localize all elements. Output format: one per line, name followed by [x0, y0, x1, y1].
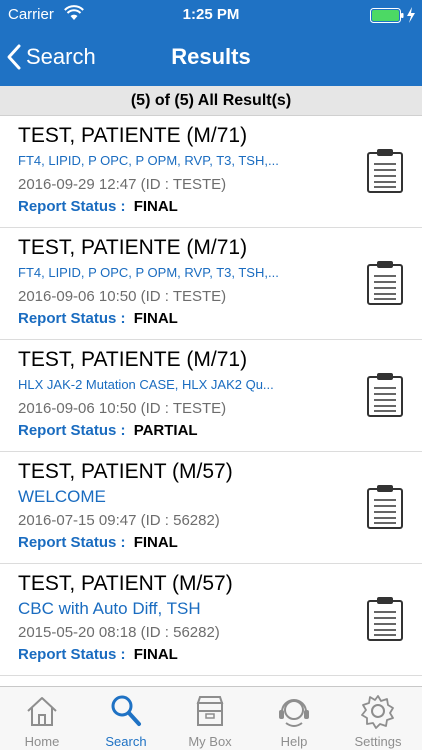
report-status-label: Report Status :: [18, 646, 126, 663]
page-title: Results: [171, 44, 251, 69]
status-bar: Carrier 1:25 PM: [0, 0, 422, 30]
result-row[interactable]: TEST, PATIENTE (M/71) FT4, LIPID, P OPC,…: [0, 228, 422, 340]
report-status-label: Report Status :: [18, 198, 126, 215]
tab-home[interactable]: Home: [0, 687, 84, 750]
help-icon: [279, 699, 309, 727]
test-list: HLX JAK-2 Mutation CASE, HLX JAK2 Qu...: [18, 377, 274, 392]
test-list: WELCOME: [18, 487, 106, 506]
test-list: FT4, LIPID, P OPC, P OPM, RVP, T3, TSH,.…: [18, 153, 279, 168]
results-list: TEST, PATIENTE (M/71) FT4, LIPID, P OPC,…: [0, 116, 422, 676]
report-status-label: Report Status :: [18, 534, 126, 551]
patient-name: TEST, PATIENTE (M/71): [18, 236, 248, 259]
battery-icon: [370, 8, 404, 23]
result-row[interactable]: TEST, PATIENT (M/57) WELCOME 2016-07-15 …: [0, 452, 422, 564]
report-status-value: FINAL: [133, 534, 178, 551]
result-row[interactable]: TEST, PATIENTE (M/71) HLX JAK-2 Mutation…: [0, 340, 422, 452]
patient-name: TEST, PATIENTE (M/71): [18, 124, 248, 147]
tab-my-box-label: My Box: [188, 734, 232, 749]
result-date-id: 2016-09-29 12:47 (ID : TESTE): [18, 176, 227, 193]
report-status-label: Report Status :: [18, 422, 126, 439]
results-summary: (5) of (5) All Result(s): [0, 86, 422, 116]
patient-name: TEST, PATIENTE (M/71): [18, 348, 248, 371]
tab-help-label: Help: [280, 734, 308, 749]
tab-search[interactable]: Search: [84, 687, 168, 750]
report-status: Report Status : FINAL: [18, 310, 178, 327]
gear-icon: [361, 695, 394, 729]
report-status: Report Status : PARTIAL: [18, 422, 198, 439]
report-icon[interactable]: [366, 596, 404, 642]
report-status-label: Report Status :: [18, 310, 126, 327]
tab-settings[interactable]: Settings: [336, 687, 420, 750]
tab-help[interactable]: Help: [252, 687, 336, 750]
test-list: CBC with Auto Diff, TSH: [18, 599, 201, 618]
report-status: Report Status : FINAL: [18, 646, 178, 663]
tab-home-label: Home: [24, 734, 60, 749]
report-status-value: FINAL: [133, 310, 178, 327]
home-icon: [27, 697, 57, 726]
test-list: FT4, LIPID, P OPC, P OPM, RVP, T3, TSH,.…: [18, 265, 279, 280]
search-icon: [111, 695, 141, 726]
clock: 1:25 PM: [182, 6, 240, 23]
report-status-value: PARTIAL: [133, 422, 198, 439]
tab-my-box[interactable]: My Box: [168, 687, 252, 750]
result-row[interactable]: TEST, PATIENT (M/57) CBC with Auto Diff,…: [0, 564, 422, 676]
patient-name: TEST, PATIENT (M/57): [18, 572, 233, 595]
report-icon[interactable]: [366, 260, 404, 306]
charging-icon: [407, 7, 415, 23]
result-row[interactable]: TEST, PATIENTE (M/71) FT4, LIPID, P OPC,…: [0, 116, 422, 228]
report-status-value: FINAL: [133, 646, 178, 663]
tab-search-label: Search: [105, 734, 147, 749]
patient-name: TEST, PATIENT (M/57): [18, 460, 233, 483]
report-icon[interactable]: [366, 148, 404, 194]
result-date-id: 2015-05-20 08:18 (ID : 56282): [18, 624, 220, 641]
navigation-bar: Search Results: [0, 30, 422, 86]
report-status-value: FINAL: [133, 198, 178, 215]
report-status: Report Status : FINAL: [18, 534, 178, 551]
tab-settings-label: Settings: [354, 734, 402, 749]
report-icon[interactable]: [366, 372, 404, 418]
report-icon[interactable]: [366, 484, 404, 530]
result-date-id: 2016-09-06 10:50 (ID : TESTE): [18, 400, 227, 417]
result-date-id: 2016-09-06 10:50 (ID : TESTE): [18, 288, 227, 305]
report-status: Report Status : FINAL: [18, 198, 178, 215]
result-date-id: 2016-07-15 09:47 (ID : 56282): [18, 512, 220, 529]
tab-bar: Home Search My Box Help Settings: [0, 686, 422, 750]
box-icon: [196, 696, 224, 726]
